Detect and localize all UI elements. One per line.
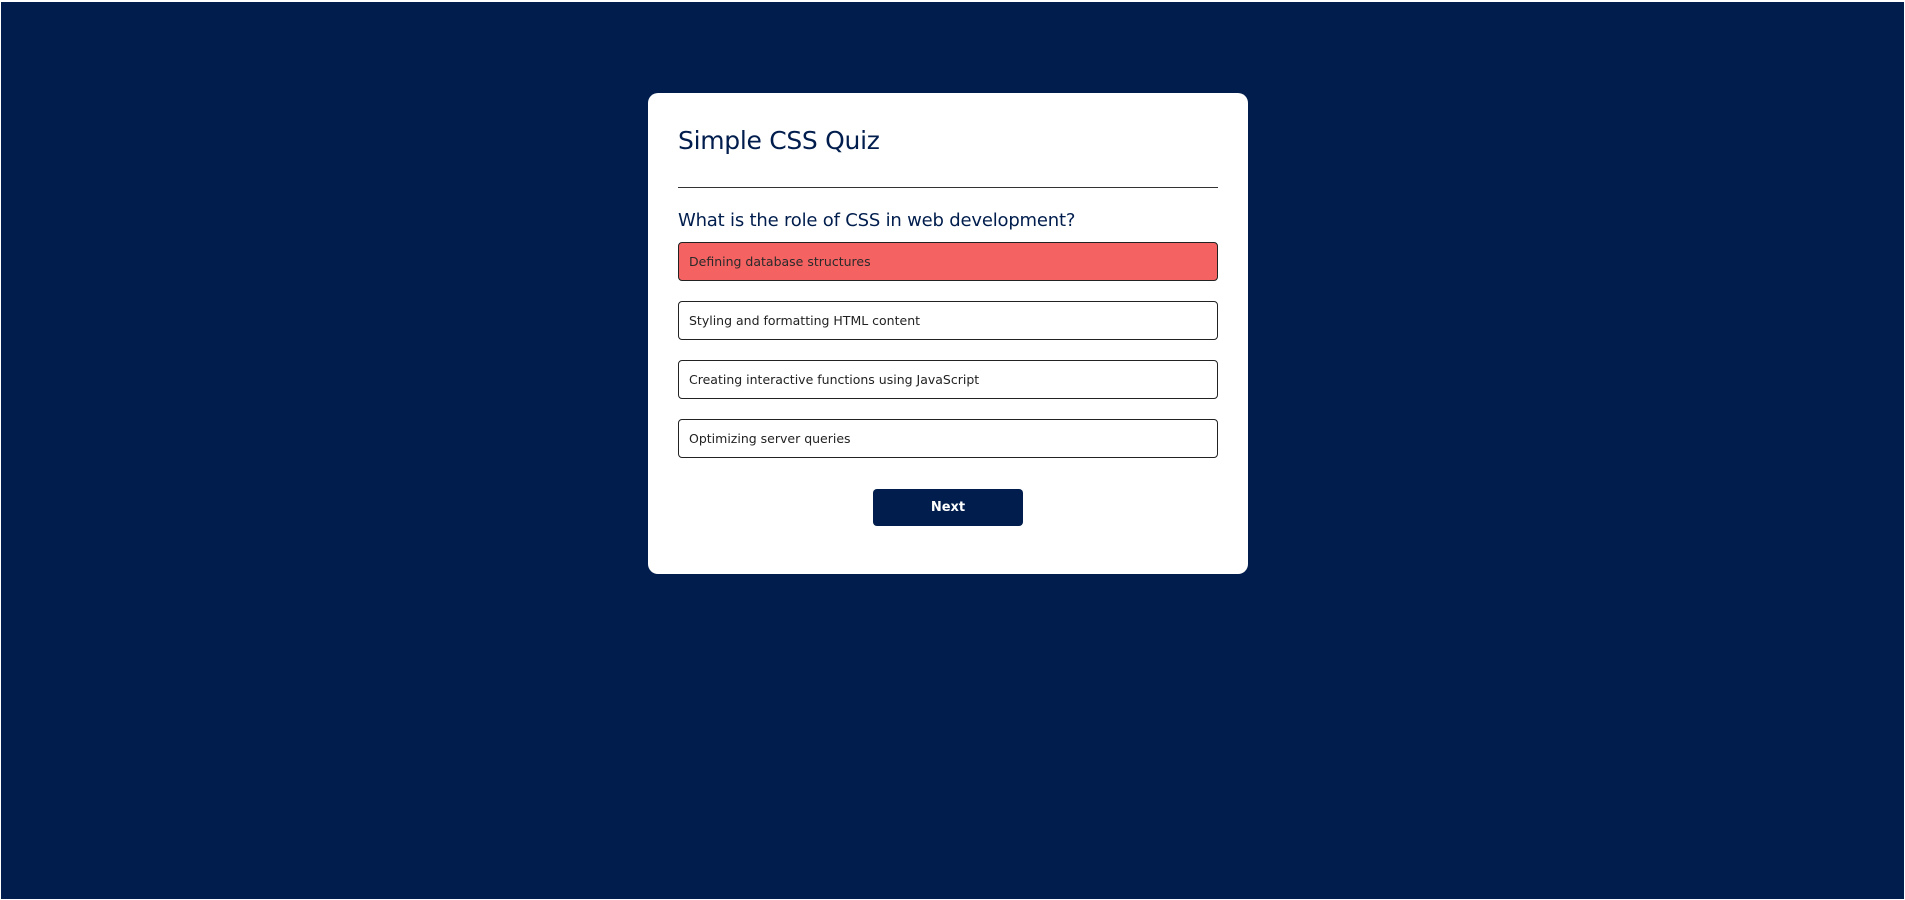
page-background: Simple CSS Quiz What is the role of CSS … xyxy=(1,2,1904,899)
answer-option[interactable]: Styling and formatting HTML content xyxy=(678,301,1218,340)
title-divider xyxy=(678,187,1218,188)
quiz-title: Simple CSS Quiz xyxy=(678,126,880,155)
question-text: What is the role of CSS in web developme… xyxy=(678,210,1076,231)
answer-list: Defining database structures Styling and… xyxy=(678,242,1218,478)
quiz-card: Simple CSS Quiz What is the role of CSS … xyxy=(648,93,1248,574)
answer-option-incorrect[interactable]: Defining database structures xyxy=(678,242,1218,281)
answer-option[interactable]: Optimizing server queries xyxy=(678,419,1218,458)
next-button[interactable]: Next xyxy=(873,489,1023,526)
answer-option[interactable]: Creating interactive functions using Jav… xyxy=(678,360,1218,399)
